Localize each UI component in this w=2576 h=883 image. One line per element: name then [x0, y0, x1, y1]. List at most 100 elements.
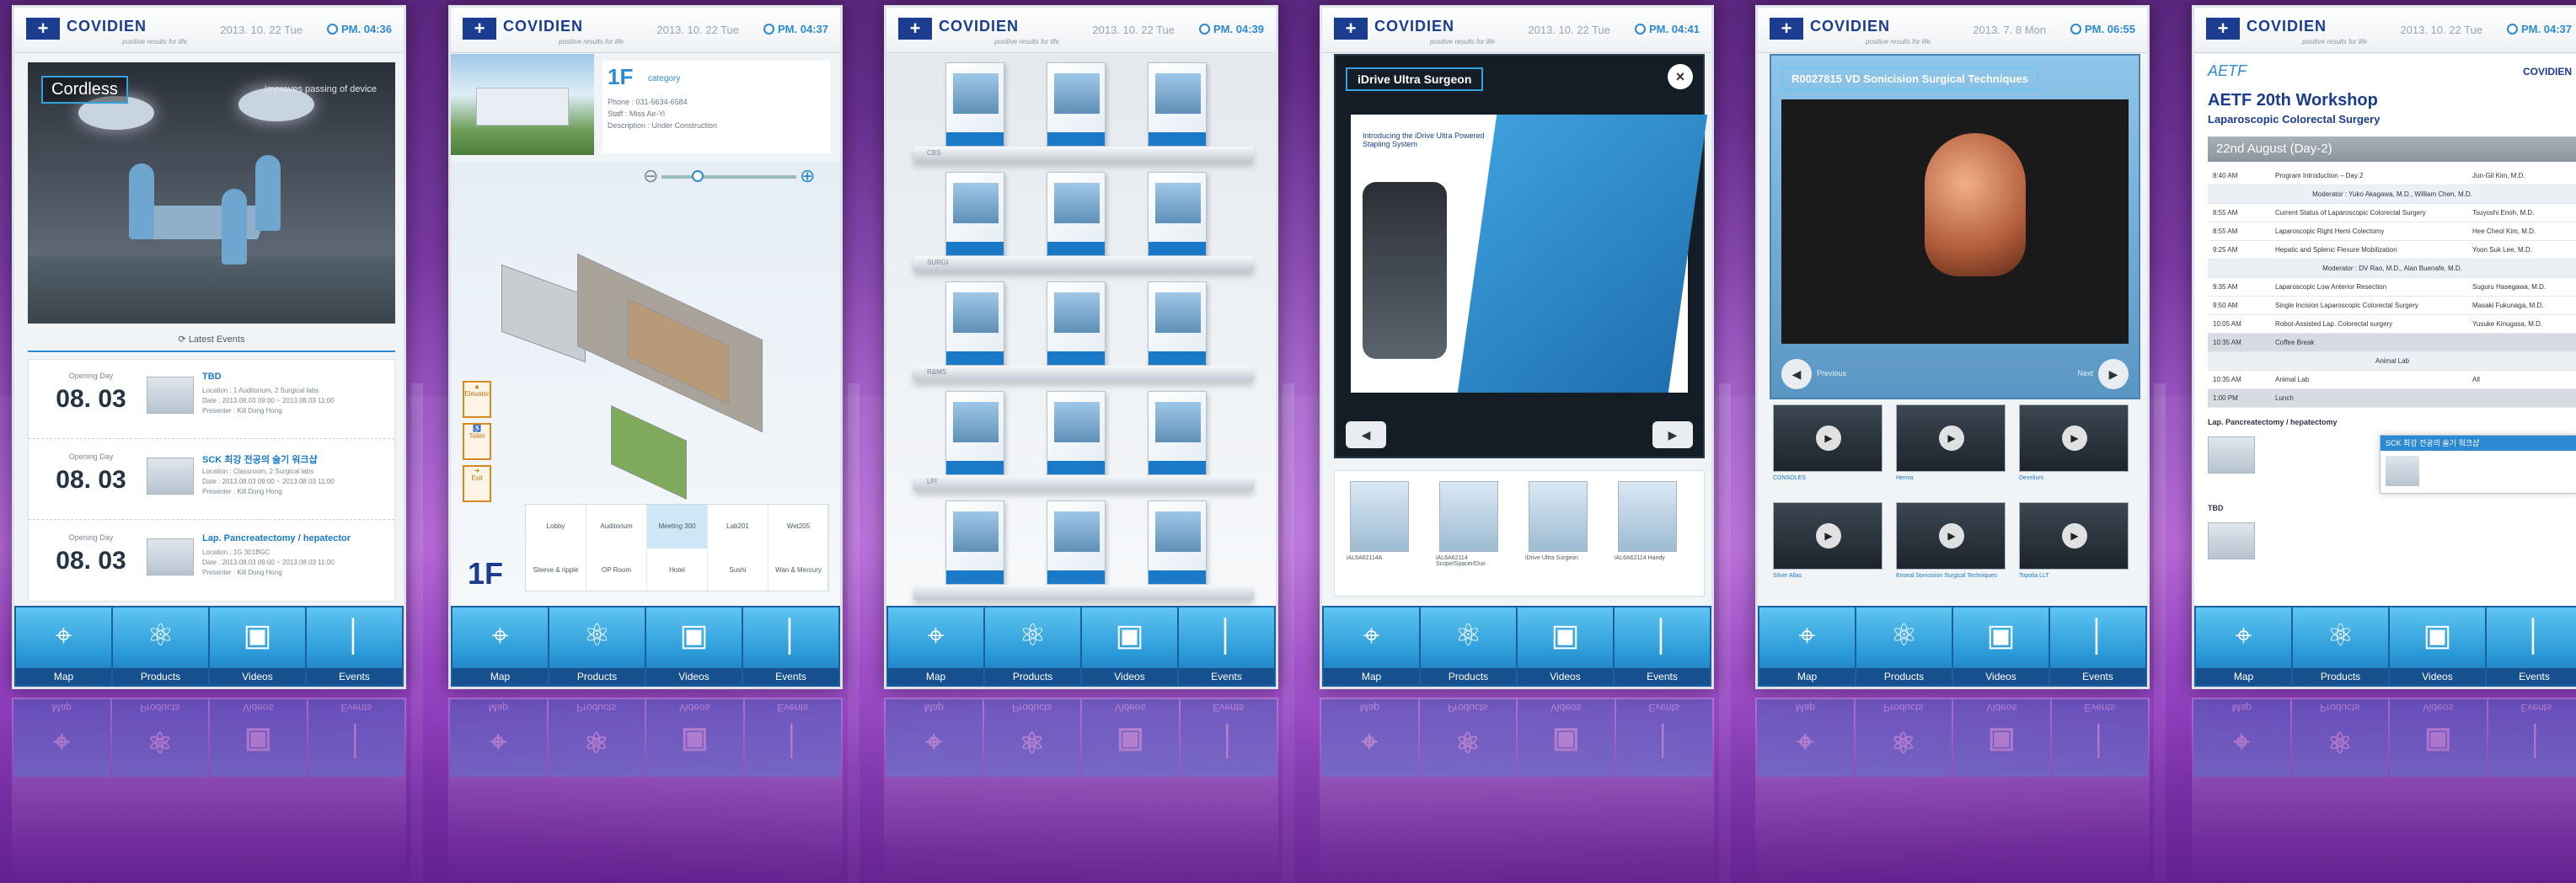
- brochure-item[interactable]: [1047, 281, 1106, 366]
- brochure-item[interactable]: [1148, 281, 1207, 366]
- zoom-in-icon[interactable]: ⊕: [800, 165, 815, 187]
- brochure-page[interactable]: Introducing the iDrive Ultra Powered Sta…: [1351, 115, 1708, 393]
- nav-videos-button[interactable]: ▣ Videos: [1953, 607, 2048, 685]
- nav-videos-button[interactable]: ▣ Videos: [2390, 607, 2485, 685]
- nav-map-button[interactable]: ⌖ Map: [16, 607, 111, 685]
- room-tab[interactable]: Hotel: [647, 549, 708, 592]
- row-speaker: Tsuyoshi Enoh, M.D.: [2472, 209, 2535, 217]
- brochure-thumb[interactable]: [1618, 481, 1677, 552]
- video-thumb[interactable]: ▶: [1896, 502, 2006, 570]
- nav-videos-button[interactable]: ▣ Videos: [1082, 607, 1177, 685]
- brochure-item[interactable]: [1047, 62, 1106, 147]
- exit-button[interactable]: ➜ Exit: [463, 465, 491, 502]
- brochure-item[interactable]: [1148, 500, 1207, 585]
- nav-videos-button[interactable]: ▣ Videos: [1518, 607, 1613, 685]
- nav-products-button[interactable]: ⚛ Products: [1421, 607, 1516, 685]
- room-tab[interactable]: Lab201: [708, 505, 769, 549]
- next-video-button[interactable]: ▶: [2098, 359, 2129, 389]
- brochure-item[interactable]: [1148, 62, 1207, 147]
- room-tab[interactable]: Lobby: [526, 505, 586, 549]
- room-tab[interactable]: OP Room: [586, 549, 647, 592]
- tv-play-icon: ▣: [1115, 618, 1144, 652]
- video-thumb[interactable]: ▶: [2019, 502, 2129, 570]
- brochure-item[interactable]: [1047, 500, 1106, 585]
- nav-videos-button[interactable]: ▣ Videos: [210, 607, 305, 685]
- nav-map-button[interactable]: ⌖ Map: [888, 607, 983, 685]
- nav-products-button[interactable]: ⚛ Products: [113, 607, 208, 685]
- nav-videos-button[interactable]: ▣ Videos: [646, 607, 742, 685]
- event-item[interactable]: Opening Day 08. 03 TBD Location : 1 Audi…: [29, 360, 394, 439]
- schedule-row: 10:35 AM Coffee Break: [2208, 334, 2576, 352]
- nav-map-button[interactable]: ⌖ Map: [1324, 607, 1419, 685]
- prev-page-button[interactable]: ◀: [1346, 421, 1386, 448]
- nav-events-button[interactable]: │ Events: [743, 607, 838, 685]
- clock-icon: [1635, 24, 1647, 35]
- event-detail: Presenter : Kill Dong Hong: [202, 488, 282, 495]
- brochure-item[interactable]: [945, 62, 1004, 147]
- brochure-thumb[interactable]: [1529, 481, 1588, 552]
- nav-products-button[interactable]: ⚛ Products: [2293, 607, 2388, 685]
- nav-products-button[interactable]: ⚛ Products: [985, 607, 1080, 685]
- brochure-item[interactable]: [1047, 391, 1106, 475]
- nav-events-button[interactable]: │ Events: [2050, 607, 2145, 685]
- room-tab[interactable]: Auditorium: [586, 505, 647, 549]
- tv-play-icon: ▣: [1550, 618, 1580, 652]
- nav-products-button[interactable]: ⚛ Products: [1856, 607, 1952, 685]
- brochure-thumb[interactable]: [1350, 481, 1409, 552]
- floor-map[interactable]: ⊖ ⊕ ▲ Elevator ♿ Toilet ➜ Exit 1F Lobby Aud…: [451, 162, 840, 608]
- toilet-button[interactable]: ♿ Toilet: [463, 423, 491, 460]
- event-item[interactable]: [2208, 430, 2376, 480]
- brochure-item[interactable]: [945, 281, 1004, 366]
- event-item[interactable]: Opening Day 08. 03 Lap. Pancreatectomy /…: [29, 522, 394, 601]
- brochure-item[interactable]: [1047, 172, 1106, 256]
- room-tab[interactable]: Sleeve & ripple: [526, 549, 586, 592]
- nav-map-button[interactable]: ⌖ Map: [453, 607, 548, 685]
- nav-events-button[interactable]: │ Events: [2487, 607, 2576, 685]
- events-content: AETF COVIDIEN AETF 20th Workshop Laparos…: [2194, 54, 2576, 610]
- schedule-row: 9:35 AM Laparoscopic Low Anterior Resecti…: [2208, 278, 2576, 297]
- brochure-item[interactable]: [945, 172, 1004, 256]
- room-tab[interactable]: Sushi: [708, 549, 769, 592]
- nav-events-button[interactable]: │ Events: [307, 607, 402, 685]
- event-title: TBD: [202, 372, 222, 382]
- event-label: Opening Day: [68, 533, 114, 542]
- event-popup[interactable]: SCK 최강 전공의 술기 워크샵: [2380, 435, 2576, 494]
- row-program: Robot-Assisted Lap. Colorectal surgery: [2275, 320, 2393, 328]
- next-page-button[interactable]: ▶: [1652, 421, 1693, 448]
- event-item[interactable]: Opening Day 08. 03 SCK 최강 전공의 술기 워크샵 Loc…: [29, 441, 394, 520]
- brochure-item[interactable]: [945, 500, 1004, 585]
- nav-events-button[interactable]: │ Events: [1615, 607, 1710, 685]
- event-item[interactable]: [2208, 516, 2376, 566]
- nav-events-button[interactable]: │ Events: [1179, 607, 1274, 685]
- nav-map-button[interactable]: ⌖ Map: [2196, 607, 2291, 685]
- event-detail: Location : 1 Auditorium, 2 Surgical labs: [202, 387, 319, 394]
- zoom-slider[interactable]: [661, 175, 796, 179]
- brochure-item[interactable]: [1148, 391, 1207, 475]
- brochure-item[interactable]: [1148, 172, 1207, 256]
- bottom-nav: ⌖ Map ⚛ Products ▣ Videos │ Events: [1322, 606, 1711, 687]
- brochure-item[interactable]: [945, 391, 1004, 475]
- room-tab[interactable]: Wet205: [769, 505, 829, 549]
- nav-map-button[interactable]: ⌖ Map: [1759, 607, 1855, 685]
- room-tab[interactable]: Meeting 300: [647, 505, 708, 549]
- zoom-slider-knob[interactable]: [692, 170, 704, 182]
- video-screen[interactable]: [1781, 99, 2129, 344]
- prev-video-button[interactable]: ◀: [1781, 359, 1812, 389]
- floor-category: category: [648, 74, 681, 83]
- nav-products-button[interactable]: ⚛ Products: [549, 607, 645, 685]
- room-tab[interactable]: Wan & Mercury: [769, 549, 829, 592]
- current-floor-label: 1F: [468, 556, 504, 591]
- header-time: PM. 04:41: [1635, 23, 1700, 35]
- map-pin-icon: ⌖: [1798, 618, 1816, 652]
- video-thumb[interactable]: ▶: [1896, 404, 2006, 472]
- elevator-button[interactable]: ▲ Elevator: [463, 381, 491, 418]
- floor-info: 1F category Phone : 031-5634-6584 Staff …: [602, 61, 830, 153]
- zoom-out-icon[interactable]: ⊖: [643, 165, 658, 187]
- video-thumb[interactable]: ▶: [1773, 502, 1882, 570]
- stapler-image: [1363, 182, 1447, 359]
- close-button[interactable]: ×: [1668, 64, 1693, 89]
- video-thumb[interactable]: ▶: [2019, 404, 2129, 472]
- brochure-thumb[interactable]: [1439, 481, 1498, 552]
- video-thumb[interactable]: ▶: [1773, 404, 1882, 472]
- bookshelf: CBS SURGI R&MS LPI: [886, 54, 1276, 610]
